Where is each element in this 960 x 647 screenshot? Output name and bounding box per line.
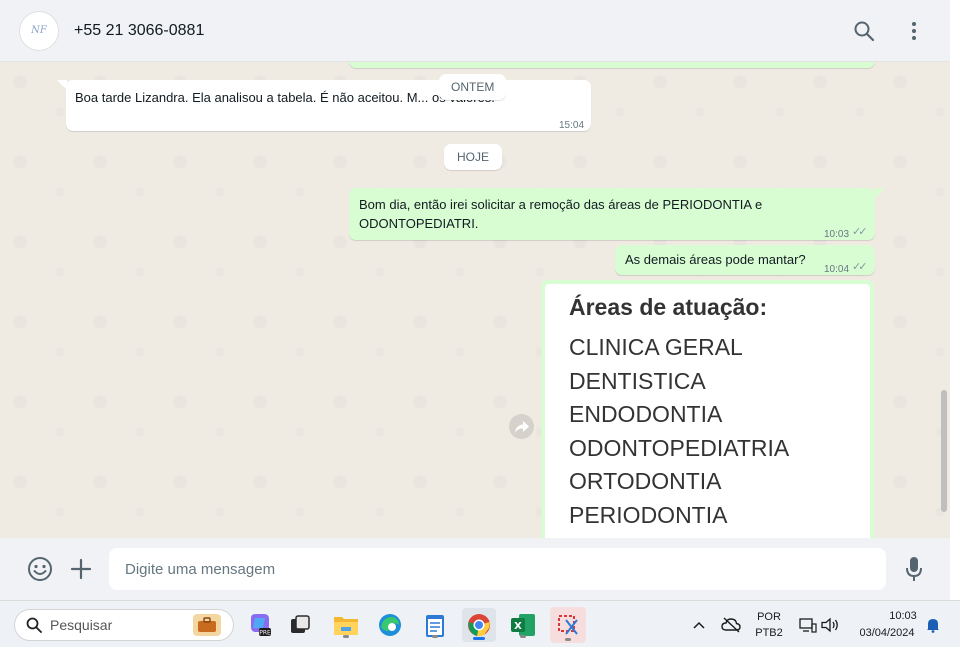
avatar-text: NF bbox=[31, 25, 47, 36]
snipping-tool-icon[interactable] bbox=[550, 607, 586, 643]
image-line: PERIODONTIA bbox=[569, 501, 728, 528]
running-indicator bbox=[565, 638, 571, 641]
contact-name[interactable]: +55 21 3066-0881 bbox=[74, 22, 204, 40]
microphone-icon[interactable] bbox=[899, 554, 929, 584]
svg-text:X: X bbox=[514, 621, 522, 632]
svg-text:PRE: PRE bbox=[259, 630, 271, 637]
cloud-offline-icon[interactable] bbox=[718, 610, 744, 640]
message-text-line2: ODONTOPEDIATRI. bbox=[359, 216, 479, 231]
message-text: As demais áreas pode mantar? bbox=[625, 252, 806, 267]
language-indicator[interactable]: POR bbox=[754, 611, 784, 623]
message-time: 10:04 bbox=[824, 264, 850, 275]
copilot-icon[interactable]: PRE bbox=[245, 610, 275, 640]
message-time: 10:03 bbox=[824, 229, 850, 240]
search-icon bbox=[26, 617, 42, 633]
chat-scrollbar[interactable] bbox=[941, 390, 947, 512]
running-indicator bbox=[343, 635, 349, 638]
message-bubble-partial[interactable] bbox=[349, 62, 875, 68]
attach-plus-icon[interactable] bbox=[66, 554, 96, 584]
active-indicator bbox=[473, 637, 485, 640]
image-message[interactable]: Áreas de atuação: CLINICA GERAL DENTISTI… bbox=[541, 280, 874, 538]
running-indicator bbox=[520, 635, 526, 638]
image-line: ODONTOPEDIATRIA bbox=[569, 434, 790, 461]
message-bubble-outgoing[interactable]: As demais áreas pode mantar? 10:04 ✓✓ bbox=[615, 245, 875, 275]
menu-kebab-icon[interactable] bbox=[900, 17, 928, 45]
forward-icon[interactable] bbox=[509, 414, 534, 439]
taskbar-search-label: Pesquisar bbox=[50, 617, 113, 633]
read-ticks-icon: ✓✓ bbox=[852, 226, 868, 238]
keyboard-layout-indicator[interactable]: PTB2 bbox=[754, 627, 784, 639]
running-indicator bbox=[432, 635, 438, 638]
chrome-browser-icon[interactable] bbox=[462, 608, 496, 642]
windows-taskbar: Pesquisar PRE X POR PTB2 10:03 03/04/202… bbox=[0, 600, 960, 647]
message-composer bbox=[0, 538, 950, 600]
image-line: DENTISTICA bbox=[569, 367, 706, 394]
date-divider-hoje: HOJE bbox=[444, 144, 503, 170]
bubble-tail bbox=[875, 188, 885, 198]
message-text: Boa tarde Lizandra. Ela analisou a tabel… bbox=[75, 90, 495, 105]
image-line: ENDODONTIA bbox=[569, 401, 723, 428]
message-bubble-incoming[interactable]: Boa tarde Lizandra. Ela analisou a tabel… bbox=[66, 80, 591, 131]
chevron-up-icon[interactable] bbox=[688, 610, 710, 640]
briefcase-icon bbox=[193, 614, 221, 636]
clock-time[interactable]: 10:03 bbox=[880, 610, 926, 622]
message-time: 15:04 bbox=[559, 120, 585, 131]
date-divider-ontem: ONTEM bbox=[439, 74, 507, 100]
clock-date[interactable]: 03/04/2024 bbox=[853, 627, 921, 639]
file-explorer-icon[interactable] bbox=[331, 610, 361, 640]
contact-avatar[interactable]: NF bbox=[19, 10, 59, 51]
read-ticks-icon: ✓✓ bbox=[852, 261, 868, 273]
window-edge bbox=[950, 0, 960, 600]
search-icon[interactable] bbox=[850, 17, 878, 45]
taskbar-search[interactable]: Pesquisar bbox=[14, 609, 234, 641]
notification-bell-icon[interactable] bbox=[922, 610, 944, 640]
edge-browser-icon[interactable] bbox=[375, 610, 405, 640]
message-text-line1: Bom dia, então irei solicitar a remoção … bbox=[359, 197, 763, 212]
image-title: Áreas de atuação: bbox=[569, 294, 768, 320]
network-icon[interactable] bbox=[796, 610, 820, 640]
notepad-icon[interactable] bbox=[420, 610, 450, 640]
chat-header: NF +55 21 3066-0881 bbox=[0, 0, 950, 62]
message-input[interactable] bbox=[109, 548, 886, 590]
task-view-icon[interactable] bbox=[285, 610, 315, 640]
image-content: Áreas de atuação: CLINICA GERAL DENTISTI… bbox=[545, 284, 870, 538]
message-bubble-outgoing[interactable]: Bom dia, então irei solicitar a remoção … bbox=[349, 188, 875, 240]
image-line: ORTODONTIA bbox=[569, 468, 722, 495]
volume-icon[interactable] bbox=[818, 610, 842, 640]
emoji-icon[interactable] bbox=[25, 554, 55, 584]
image-line: CLINICA GERAL bbox=[569, 334, 743, 360]
excel-icon[interactable]: X bbox=[508, 610, 538, 640]
chat-area: Boa tarde Lizandra. Ela analisou a tabel… bbox=[0, 62, 950, 538]
